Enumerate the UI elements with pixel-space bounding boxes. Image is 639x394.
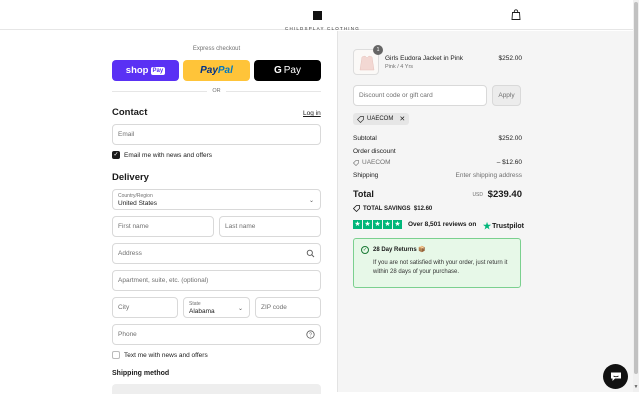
discount-placeholder: Discount code or gift card [359,92,433,99]
discount-code-input[interactable]: Discount code or gift card [353,85,487,106]
paypal-text-a: Pay [200,65,218,76]
google-pay-text: Pay [283,65,301,76]
chevron-down-icon: ⌄ [237,306,243,312]
city-placeholder: City [118,304,130,311]
tag-icon [353,159,359,166]
first-name-placeholder: First name [118,223,149,230]
scrollbar-thumb[interactable] [634,2,638,374]
total-savings-text: TOTAL SAVINGS $12.60 [363,205,433,212]
order-discount-label: Order discount [353,148,396,155]
text-news-checkbox[interactable] [112,351,120,359]
logo-mark-icon [312,11,322,20]
tag-icon [357,115,364,123]
text-news-label: Text me with news and offers [124,352,208,359]
chevron-down-icon: ⌄ [308,198,314,204]
product-variant: Pink / 4 Yrs [385,64,414,70]
reviews-count: Over 8,501 reviews on [408,221,477,228]
star-icon: ★ [383,220,392,229]
help-icon[interactable]: ? [306,330,315,339]
scroll-down-arrow-icon[interactable]: ▼ [633,383,639,391]
returns-title: 28 Day Returns 📦 [373,247,426,253]
country-label: Country/Region [118,193,153,199]
paypal-text-b: Pal [217,65,233,76]
discount-code-row: UAECOM [353,159,391,166]
trustpilot-logo[interactable]: ★ Trustpilot [483,221,524,232]
svg-text:?: ? [309,332,312,338]
shipping-label: Shipping [353,172,379,179]
discount-amount: – $12.60 [496,159,522,166]
product-name: Girls Eudora Jacket in Pink [385,55,464,62]
page-scrollbar[interactable]: ▼ [633,0,639,392]
trustpilot-star-icon: ★ [483,221,492,231]
discount-code-label: UAECOM [362,159,391,166]
phone-placeholder: Phone [118,331,137,338]
country-value: United States [118,200,158,207]
chat-icon [610,372,621,381]
applied-code-chip: UAECOM ✕ [353,113,410,125]
total-savings: TOTAL SAVINGS $12.60 [353,205,432,212]
currency-code: USD [472,192,483,198]
delivery-heading: Delivery [112,172,149,183]
shipping-method-heading: Shipping method [112,370,170,377]
google-g-icon: G [273,65,282,76]
email-news-checkbox[interactable]: ✓ [112,151,120,159]
state-select[interactable]: State Alabama ⌄ [183,297,250,318]
zip-placeholder: ZIP code [261,304,287,311]
total-label: Total [353,189,374,199]
returns-text: If you are not satisfied with your order… [373,260,508,275]
or-label: OR [207,88,226,94]
quantity-badge: 1 [373,45,383,55]
shipping-value: Enter shipping address [455,172,523,179]
state-label: State [189,301,201,307]
country-select[interactable]: Country/Region United States ⌄ [112,189,321,210]
shop-pay-button[interactable]: shop Pay [112,60,179,81]
chat-button[interactable] [603,364,628,389]
star-icon: ★ [353,220,362,229]
shipping-method-box [112,384,321,394]
apartment-placeholder: Apartment, suite, etc. (optional) [118,277,209,284]
city-field[interactable]: City [112,297,178,318]
last-name-field[interactable]: Last name [219,216,321,237]
shop-pay-tag: Pay [150,66,166,75]
login-link[interactable]: Log in [303,110,321,117]
trustpilot-text: Trustpilot [492,223,524,230]
apply-button[interactable]: Apply [492,85,521,106]
email-news-label: Email me with news and offers [124,152,213,159]
star-icon: ★ [373,220,382,229]
phone-field[interactable]: Phone ? [112,324,321,345]
email-field[interactable]: Email [112,124,321,145]
product-price: $252.00 [498,55,523,62]
zip-field[interactable]: ZIP code [255,297,321,318]
first-name-field[interactable]: First name [112,216,214,237]
brand-logo[interactable]: CHILDSPLAY CLOTHING [285,7,359,31]
site-header: CHILDSPLAY CLOTHING [0,0,633,31]
apartment-field[interactable]: Apartment, suite, etc. (optional) [112,270,321,291]
google-pay-button[interactable]: G Pay [254,60,321,81]
returns-banner: ✓ 28 Day Returns 📦 If you are not satisf… [353,238,521,288]
search-icon [306,249,315,258]
check-circle-icon: ✓ [361,246,369,254]
star-icon: ★ [393,220,402,229]
shop-pay-text: shop [125,65,149,76]
state-value: Alabama [189,308,215,315]
star-icon: ★ [363,220,372,229]
applied-code-text: UAECOM [367,116,394,122]
address-field[interactable]: Address [112,243,321,264]
trustpilot-stars: ★ ★ ★ ★ ★ [353,220,402,229]
express-checkout-label: Express checkout [192,46,241,52]
address-placeholder: Address [118,250,142,257]
tag-icon [353,205,360,212]
subtotal-value: $252.00 [498,135,523,142]
paypal-button[interactable]: Pay Pal [183,60,250,81]
email-placeholder: Email [118,131,135,138]
last-name-placeholder: Last name [225,223,256,230]
contact-heading: Contact [112,107,148,118]
remove-code-icon[interactable]: ✕ [399,115,405,123]
total-value: $239.40 [487,189,522,200]
subtotal-label: Subtotal [353,135,377,142]
shopping-bag-icon[interactable] [511,9,521,20]
